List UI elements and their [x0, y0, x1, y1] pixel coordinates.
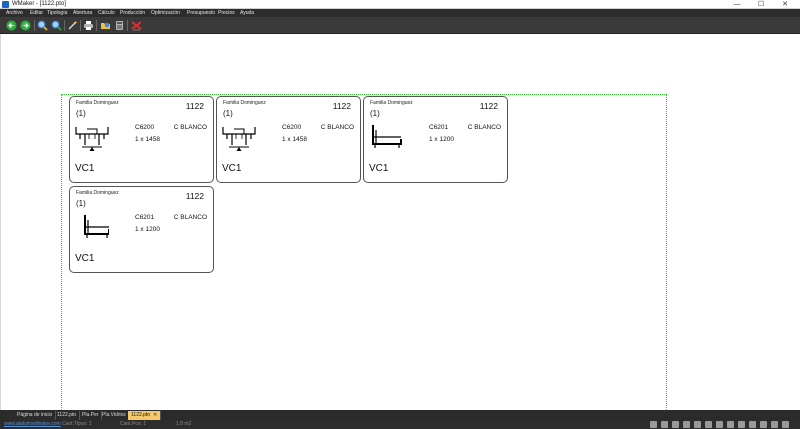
status-tool-icon[interactable] [738, 421, 745, 428]
window-title: WMaker - [1122.pto] [12, 1, 66, 7]
menu-archivo[interactable]: Archivo [6, 9, 23, 17]
client-name: Familia Dominguez [370, 100, 413, 106]
status-cant-tipos: Cant.Tipos: 1 [62, 421, 92, 427]
tab-label: 1122.pto [57, 412, 77, 418]
quantity: (1) [223, 109, 233, 118]
status-tool-icon[interactable] [760, 421, 767, 428]
toolbar-separator [96, 20, 97, 31]
menu-optimizacion[interactable]: Optimización [151, 9, 180, 17]
menu-editar[interactable]: Editar [30, 9, 43, 17]
cut-dimensions: 1 x 1458 [282, 136, 307, 143]
tab-label: Pla.Per [82, 412, 99, 418]
type-code: VC1 [75, 163, 95, 174]
status-tool-icon[interactable] [694, 421, 701, 428]
tab-pagina-de-inicio[interactable]: Página de inicio [14, 411, 57, 420]
profile-color: C BLANCO [320, 124, 354, 131]
menu-produccion[interactable]: Producción [120, 9, 145, 17]
status-tool-icon[interactable] [749, 421, 756, 428]
open-folder-icon[interactable] [100, 20, 111, 31]
type-code: VC1 [75, 253, 95, 264]
order-number: 1122 [479, 101, 498, 111]
menu-tipologia[interactable]: Tipología [47, 9, 67, 17]
status-cant-pos: Cant.Pos: 1 [120, 421, 147, 427]
document-tab-bar: Página de inicio 1122.pto Pla.Per Pla.Vi… [0, 410, 800, 420]
cut-label-card[interactable]: Familia Dominguez 1122 (1) C6200 C BLANC… [216, 96, 361, 183]
toolbar-separator [64, 20, 65, 31]
tab-pla-vidrios[interactable]: Pla.Vidrios [99, 411, 130, 420]
status-bar: www.atalumsoftware.com Cant.Tipos: 1 Can… [0, 420, 800, 429]
status-tool-icon[interactable] [705, 421, 712, 428]
status-tool-icon[interactable] [782, 421, 789, 428]
close-tab-icon[interactable]: ✕ [153, 412, 157, 418]
toolbar-separator [80, 20, 81, 31]
client-name: Familia Dominguez [223, 100, 266, 106]
status-area: 1.8 m2 [176, 421, 192, 427]
report-canvas: Familia Dominguez 1122 (1) C6200 C BLANC… [0, 34, 800, 414]
delete-icon[interactable] [131, 20, 142, 31]
toolbar [0, 17, 800, 34]
magic-wand-icon[interactable] [67, 20, 78, 31]
profile-color: C BLANCO [467, 124, 501, 131]
menu-presupuesto[interactable]: Presupuesto [187, 9, 215, 17]
profile-code: C6201 [429, 124, 449, 131]
profile-color: C BLANCO [173, 214, 207, 221]
minimize-button[interactable]: — [726, 0, 748, 9]
print-icon[interactable] [83, 20, 94, 31]
l-profile-icon [84, 215, 109, 238]
quantity: (1) [76, 109, 86, 118]
rail-section-icon [75, 127, 109, 151]
order-number: 1122 [185, 101, 204, 111]
calculator-icon[interactable] [114, 20, 125, 31]
zoom-out-icon[interactable] [51, 20, 62, 31]
app-logo-icon [2, 1, 9, 8]
maximize-button[interactable]: ☐ [750, 0, 772, 9]
client-name: Familia Dominguez [76, 100, 119, 106]
profile-code: C6200 [135, 124, 155, 131]
type-code: VC1 [222, 163, 242, 174]
toolbar-separator [127, 20, 128, 31]
title-bar: WMaker - [1122.pto] — ☐ ✕ [0, 0, 800, 9]
l-profile-icon [372, 125, 402, 148]
status-tool-icon[interactable] [683, 421, 690, 428]
cut-label-card[interactable]: Familia Dominguez 1122 (1) C6201 C BLANC… [69, 186, 214, 273]
menu-calculo[interactable]: Cálculo [98, 9, 115, 17]
rail-section-icon [222, 127, 256, 151]
cut-label-card[interactable]: Familia Dominguez 1122 (1) C6201 C BLANC… [363, 96, 508, 183]
status-tool-icon[interactable] [650, 421, 657, 428]
menu-abertura[interactable]: Abertura [73, 9, 92, 17]
status-tool-icon[interactable] [661, 421, 668, 428]
status-tool-icon[interactable] [771, 421, 778, 428]
menu-precios[interactable]: Precios [218, 9, 235, 17]
tab-1122-pto-active[interactable]: 1122.pto ✕ [128, 411, 162, 420]
back-arrow-icon[interactable] [6, 20, 17, 31]
order-number: 1122 [185, 191, 204, 201]
client-name: Familia Dominguez [76, 190, 119, 196]
cut-dimensions: 1 x 1200 [135, 226, 160, 233]
website-link[interactable]: www.atalumsoftware.com [4, 420, 61, 429]
tab-label: Página de inicio [17, 412, 53, 418]
forward-arrow-icon[interactable] [20, 20, 31, 31]
quantity: (1) [370, 109, 380, 118]
toolbar-separator [34, 20, 35, 31]
tab-1122-pto[interactable]: 1122.pto [54, 411, 81, 420]
status-tool-icon[interactable] [716, 421, 723, 428]
close-button[interactable]: ✕ [774, 0, 796, 9]
menu-ayuda[interactable]: Ayuda [240, 9, 254, 17]
status-tool-icon[interactable] [727, 421, 734, 428]
quantity: (1) [76, 199, 86, 208]
menu-bar: Archivo Editar Tipología Abertura Cálcul… [0, 9, 800, 17]
order-number: 1122 [332, 101, 351, 111]
status-tool-icon[interactable] [672, 421, 679, 428]
cut-label-card[interactable]: Familia Dominguez 1122 (1) C6200 C BLANC… [69, 96, 214, 183]
profile-code: C6201 [135, 214, 155, 221]
tab-label: 1122.pto [131, 412, 151, 418]
cut-dimensions: 1 x 1458 [135, 136, 160, 143]
cut-dimensions: 1 x 1200 [429, 136, 454, 143]
profile-color: C BLANCO [173, 124, 207, 131]
tab-label: Pla.Vidrios [102, 412, 126, 418]
zoom-in-icon[interactable] [37, 20, 48, 31]
type-code: VC1 [369, 163, 389, 174]
profile-code: C6200 [282, 124, 302, 131]
